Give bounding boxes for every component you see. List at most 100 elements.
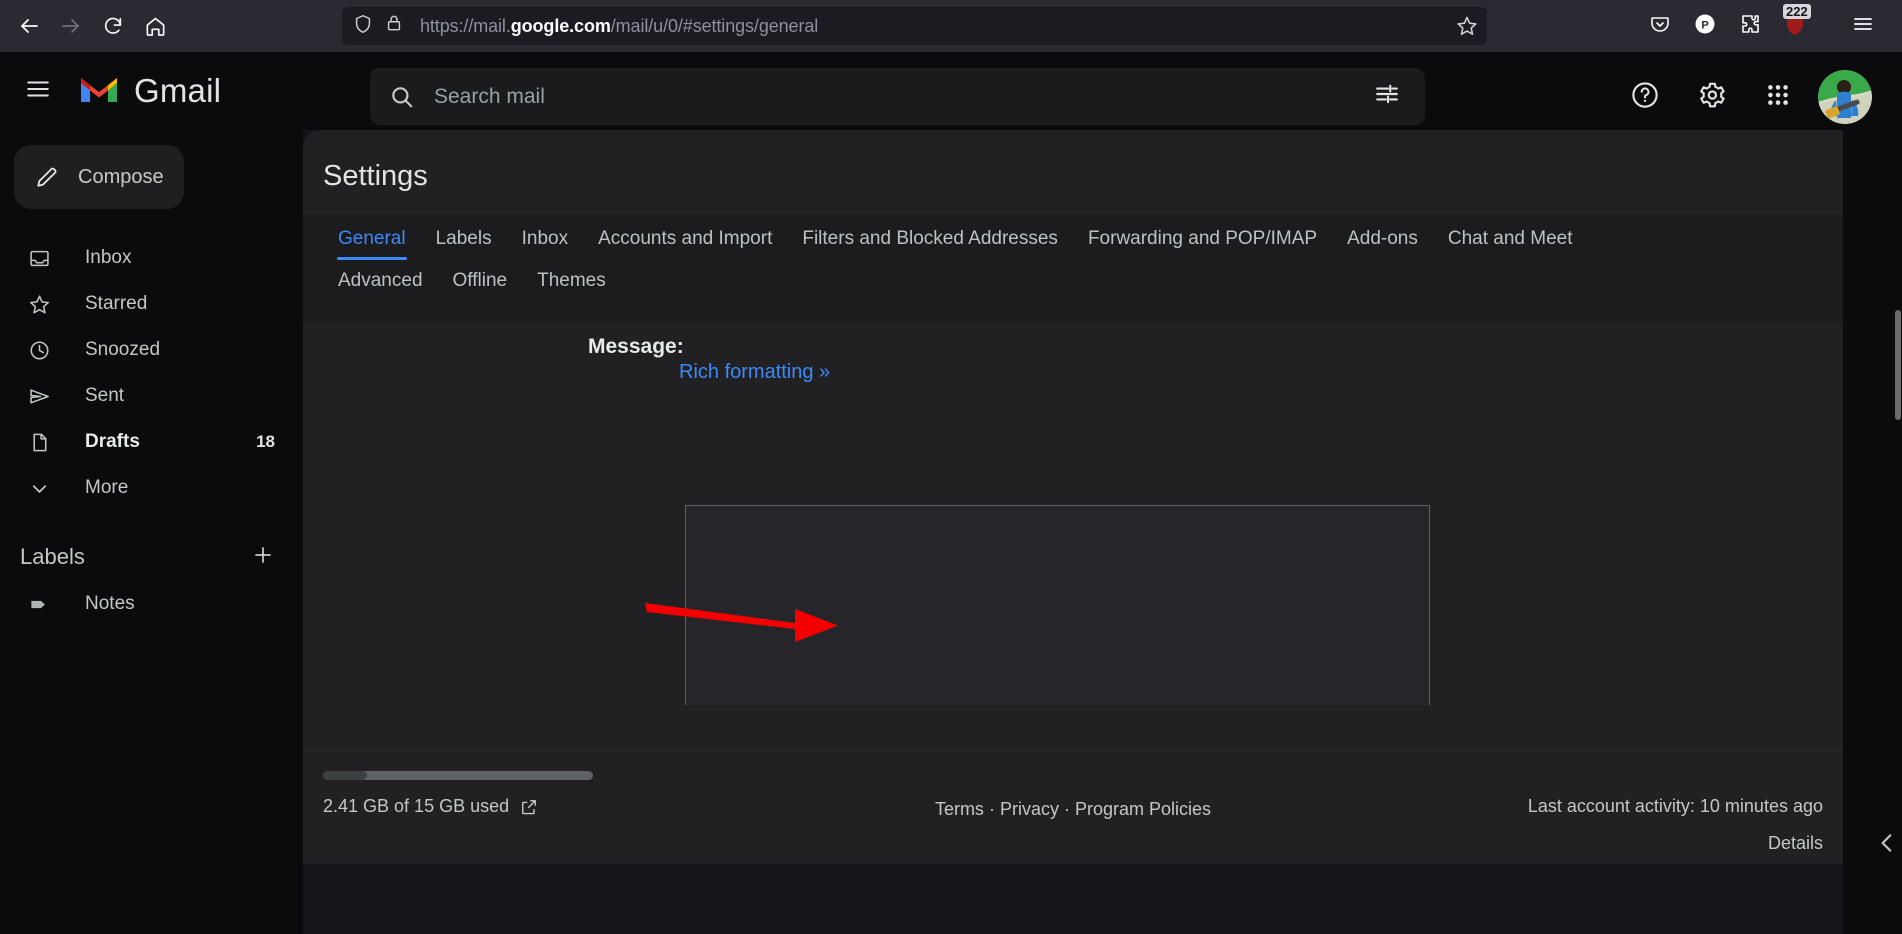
add-label-button[interactable] — [251, 543, 275, 572]
extensions-button[interactable] — [1730, 6, 1770, 46]
tab-filters-and-blocked-addresses[interactable]: Filters and Blocked Addresses — [787, 228, 1073, 260]
help-button[interactable] — [1620, 72, 1670, 122]
tab-offline[interactable]: Offline — [438, 270, 523, 302]
sidebar-item-label: Snoozed — [85, 339, 161, 360]
tab-forwarding-and-pop-imap[interactable]: Forwarding and POP/IMAP — [1073, 228, 1332, 260]
browser-toolbar: https://mail.google.com/mail/u/0/#settin… — [0, 0, 1902, 52]
adblock-button[interactable]: 222 — [1775, 4, 1815, 46]
settings-tabs-row-2: Advanced Offline Themes — [323, 260, 1843, 302]
settings-tabs: General Labels Inbox Accounts and Import… — [303, 215, 1843, 323]
compose-button[interactable]: Compose — [14, 145, 184, 209]
draft-icon — [28, 431, 54, 454]
settings-scrollbar[interactable] — [1894, 130, 1902, 750]
help-circle-icon — [1630, 80, 1660, 115]
chevron-left-icon — [1874, 830, 1900, 861]
program-policies-link[interactable]: Program Policies — [1075, 799, 1211, 819]
google-apps-button[interactable] — [1753, 72, 1803, 122]
user-avatar — [1818, 70, 1872, 124]
star-icon — [28, 293, 54, 316]
pocket-icon — [1648, 12, 1672, 41]
sidebar-item-inbox[interactable]: Inbox — [0, 235, 285, 281]
tab-advanced[interactable]: Advanced — [323, 270, 438, 302]
sidebar-item-label: Sent — [85, 385, 125, 406]
storage-progress-fill — [323, 771, 367, 780]
reload-icon — [102, 15, 124, 37]
gmail-wordmark: Gmail — [134, 72, 222, 109]
star-icon[interactable] — [1455, 14, 1479, 38]
tab-inbox[interactable]: Inbox — [507, 228, 583, 260]
sidebar-item-label: More — [85, 477, 129, 498]
gmail-header: Gmail — [0, 52, 1902, 130]
apps-grid-icon — [1765, 82, 1791, 113]
main-menu-button[interactable] — [10, 63, 66, 119]
search-bar[interactable] — [370, 68, 1425, 125]
tab-add-ons[interactable]: Add-ons — [1332, 228, 1433, 260]
account-activity-block: Last account activity: 10 minutes ago De… — [1528, 796, 1823, 854]
reload-button[interactable] — [92, 5, 134, 47]
storage-progress-bar[interactable] — [323, 771, 593, 780]
sidebar-item-more[interactable]: More — [0, 465, 285, 511]
settings-panel: Settings General Labels Inbox Accounts a… — [303, 130, 1843, 750]
address-bar[interactable]: https://mail.google.com/mail/u/0/#settin… — [342, 7, 1487, 45]
avatar[interactable] — [1818, 70, 1872, 124]
sidebar-label-notes[interactable]: Notes — [0, 581, 285, 627]
sidebar-item-sent[interactable]: Sent — [0, 373, 285, 419]
privacy-link[interactable]: Privacy — [1000, 799, 1059, 819]
pencil-icon — [34, 164, 60, 190]
arrow-left-icon — [17, 14, 41, 38]
rich-formatting-link[interactable]: Rich formatting » — [679, 361, 830, 384]
gear-icon — [1697, 80, 1727, 115]
tab-themes[interactable]: Themes — [522, 270, 621, 302]
scrollbar-thumb[interactable] — [1895, 310, 1901, 420]
footer-separator: · — [1064, 799, 1070, 819]
sidebar-item-label: Inbox — [85, 247, 132, 268]
search-icon[interactable] — [378, 73, 426, 121]
inbox-icon — [28, 247, 54, 270]
settings-button[interactable] — [1687, 72, 1737, 122]
extension-puzzle-icon — [1738, 12, 1762, 41]
url-text: https://mail.google.com/mail/u/0/#settin… — [420, 15, 819, 36]
message-field-label: Message: — [588, 335, 684, 358]
search-input[interactable] — [434, 84, 1363, 109]
labels-section-header: Labels — [0, 533, 303, 581]
tab-labels[interactable]: Labels — [421, 228, 507, 260]
hamburger-menu-icon — [1851, 12, 1875, 41]
sidebar-item-label: Starred — [85, 293, 148, 314]
sidebar-label-name: Notes — [85, 593, 135, 614]
tab-accounts-and-import[interactable]: Accounts and Import — [583, 228, 787, 260]
gmail-m-icon — [78, 73, 120, 110]
svg-text:P: P — [1701, 19, 1708, 31]
forward-button[interactable] — [50, 5, 92, 47]
shield-icon[interactable] — [352, 13, 378, 39]
settings-content: Message: Rich formatting » Only send a r… — [303, 323, 1843, 705]
home-button[interactable] — [134, 5, 176, 47]
back-button[interactable] — [8, 5, 50, 47]
last-account-activity-text: Last account activity: 10 minutes ago — [1527, 796, 1823, 816]
sidebar-nav-list: Inbox Starred Snoozed Sent Drafts 18 Mor… — [0, 235, 303, 511]
message-textarea[interactable] — [685, 505, 1430, 705]
sidebar-item-label: Drafts — [85, 431, 140, 452]
pocket-button[interactable] — [1640, 6, 1680, 46]
label-tag-icon — [28, 593, 54, 616]
lock-icon[interactable] — [384, 13, 410, 39]
page-title: Settings — [323, 160, 428, 192]
profile-p-icon: P — [1693, 12, 1717, 41]
details-link[interactable]: Details — [1528, 833, 1823, 854]
footer-separator: · — [988, 799, 995, 819]
search-options-button[interactable] — [1363, 73, 1411, 121]
tab-general[interactable]: General — [323, 228, 421, 260]
settings-footer: 2.41 GB of 15 GB used Terms · Privacy · … — [303, 750, 1843, 864]
browser-menu-button[interactable] — [1843, 6, 1883, 46]
hamburger-menu-icon — [25, 76, 51, 107]
sidebar-item-drafts[interactable]: Drafts 18 — [0, 419, 285, 465]
tab-chat-and-meet[interactable]: Chat and Meet — [1433, 228, 1588, 260]
chevron-down-icon — [28, 477, 54, 500]
sidebar-item-snoozed[interactable]: Snoozed — [0, 327, 285, 373]
terms-link[interactable]: Terms — [935, 799, 984, 819]
gmail-logo[interactable]: Gmail — [78, 72, 221, 110]
tune-icon — [1374, 81, 1400, 112]
collapse-panel-button[interactable] — [1874, 830, 1900, 861]
profile-button[interactable]: P — [1685, 6, 1725, 46]
adblock-count-badge: 222 — [1783, 4, 1811, 19]
sidebar-item-starred[interactable]: Starred — [0, 281, 285, 327]
